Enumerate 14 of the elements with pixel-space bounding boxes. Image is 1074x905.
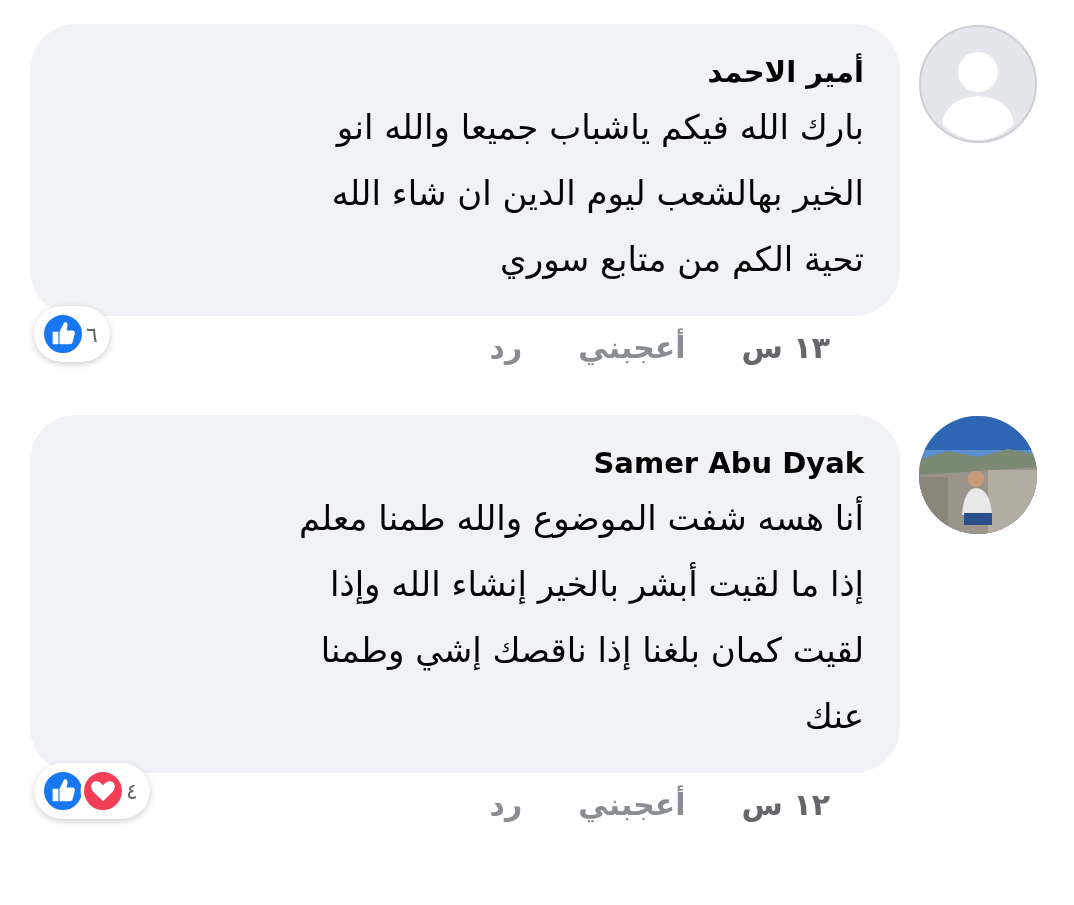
reply-link[interactable]: رد: [489, 330, 523, 365]
author-name[interactable]: أمير الاحمد: [66, 50, 864, 94]
like-link[interactable]: أعجبني: [578, 787, 686, 822]
reply-link[interactable]: رد: [489, 787, 523, 822]
comment-text: أنا هسه شفت الموضوع والله طمنا معلم إذا ما لقيت أبشر بالخير إنشاء الله وإذا لقيت كمان بلغنا إذا ناقصك إشي وطمنا عنك: [298, 495, 864, 738]
comment-text: بارك الله فيكم ياشباب جميعا والله انو الخير بهالشعب ليوم الدين ان شاء الله تحية الكم من متابع سوري: [330, 106, 864, 281]
comment-time[interactable]: ١٣ س: [741, 330, 830, 365]
reaction-count: ٤: [126, 778, 138, 804]
reaction-badge[interactable]: ٤: [34, 763, 150, 819]
author-name[interactable]: Samer Abu Dyak: [66, 441, 864, 485]
like-link[interactable]: أعجبني: [578, 330, 686, 365]
reaction-count: ٦: [86, 321, 98, 347]
reaction-badge[interactable]: ٦: [34, 306, 110, 362]
comment-time[interactable]: ١٢ س: [741, 787, 830, 822]
